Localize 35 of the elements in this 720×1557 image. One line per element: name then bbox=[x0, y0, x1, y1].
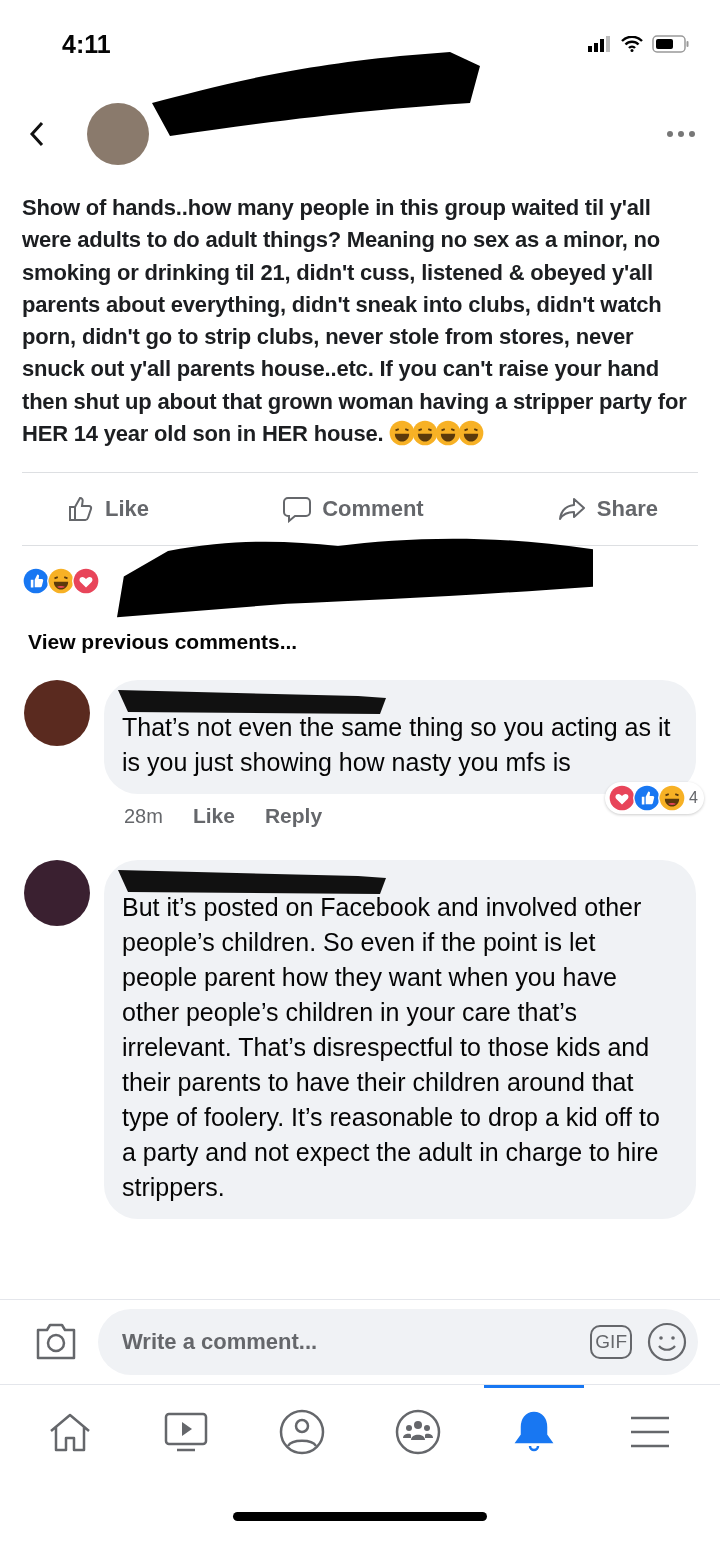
more-options-icon bbox=[666, 130, 696, 138]
smiley-icon[interactable] bbox=[646, 1321, 688, 1363]
laughing-face-icon bbox=[658, 784, 687, 813]
gif-button[interactable]: GIF bbox=[590, 1325, 632, 1359]
wifi-icon bbox=[621, 36, 643, 52]
laughing-face-icon bbox=[412, 420, 439, 447]
reaction-count: 4 bbox=[689, 789, 698, 808]
reply-link[interactable]: Reply bbox=[264, 804, 323, 829]
post-text: Show of hands..how many people in this group waited til y'all were adults to do adult things? Meaning no sex as a minor, no smoking or drinking til 21, didn't cuss, listened & obeyed y'all parents about everything, didn't sneak into clubs, didn't watch porn, didn't go to strip clubs, never stole from stores, never snuck out y'all parents house..etc. If you can't raise your hand then shut up about that grown woman having a stripper party for HER 14 year old son in HER house. bbox=[22, 194, 688, 449]
speech-bubble-icon bbox=[282, 495, 313, 524]
profile-icon bbox=[279, 1408, 325, 1455]
thumbs-up-icon bbox=[67, 495, 95, 524]
laughing-face-icon bbox=[47, 567, 75, 596]
like-button[interactable]: Like bbox=[67, 495, 150, 524]
like-link[interactable]: Like bbox=[192, 804, 235, 829]
share-button[interactable]: Share bbox=[556, 495, 658, 524]
signal-icon bbox=[588, 36, 612, 52]
comment-text: That’s not even the same thing so you acting as it is you just showing how nasty you mfs is bbox=[122, 712, 672, 779]
battery-icon bbox=[652, 35, 690, 53]
laughing-face-icon bbox=[435, 420, 462, 447]
status-time: 4:11 bbox=[62, 29, 111, 59]
comment-field[interactable]: Write a comment... GIF bbox=[98, 1309, 698, 1375]
camera-icon[interactable] bbox=[34, 1322, 78, 1362]
like-reaction-icon bbox=[22, 567, 50, 596]
laughing-face-icon bbox=[389, 420, 416, 447]
heart-reaction-icon bbox=[72, 567, 100, 596]
comment-time: 28m bbox=[124, 804, 163, 828]
video-icon bbox=[163, 1410, 209, 1453]
comment-text: But it’s posted on Facebook and involved other people’s children. So even if the point is let people parent how they want when you have other people’s children in your care that’s irrelevant. That’s disrespectful to those kids and their parents to have their children around that type of foolery. It’s reasonable to drop a kid off to a party and not expect the adult in charge to hire strippers. bbox=[122, 892, 661, 1204]
reaction-summary[interactable]: 4 bbox=[605, 782, 704, 815]
laughing-face-icon bbox=[458, 420, 485, 447]
comment-button[interactable]: Comment bbox=[282, 495, 424, 524]
groups-icon bbox=[395, 1408, 441, 1455]
back-icon bbox=[29, 121, 45, 147]
view-previous-comments-link[interactable]: View previous comments... bbox=[0, 630, 326, 655]
